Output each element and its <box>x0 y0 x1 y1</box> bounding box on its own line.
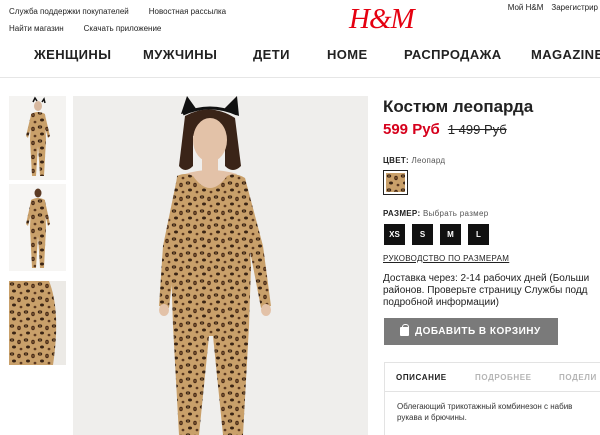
original-price: 1 499 Руб <box>447 122 507 137</box>
size-xs-button[interactable]: XS <box>384 224 405 245</box>
customer-support-link[interactable]: Служба поддержки покупателей <box>9 3 129 20</box>
info-tabs: ОПИСАНИЕ ПОДРОБНЕЕ ПОДЕЛИ <box>384 362 600 392</box>
main-nav: ЖЕНЩИНЫ МУЖЧИНЫ ДЕТИ HOME РАСПРОДАЖА MAG… <box>0 42 600 78</box>
thumbnail-detail[interactable] <box>9 281 66 365</box>
hm-logo[interactable]: H&M <box>349 4 415 34</box>
price-row: 599 Руб 1 499 Руб <box>383 121 507 138</box>
thumbnail-front[interactable] <box>9 96 66 180</box>
sale-price: 599 Руб <box>383 121 440 138</box>
size-l-button[interactable]: L <box>468 224 489 245</box>
nav-sale[interactable]: РАСПРОДАЖА <box>404 47 502 62</box>
add-to-cart-label: ДОБАВИТЬ В КОРЗИНУ <box>415 326 541 337</box>
description-line: Облегающий трикотажный комбинезон с наби… <box>397 402 573 411</box>
color-label-row: ЦВЕТ: Леопард <box>383 156 445 165</box>
product-main-image[interactable] <box>73 96 368 435</box>
nav-kids[interactable]: ДЕТИ <box>253 47 290 62</box>
nav-magazine[interactable]: MAGAZINE <box>531 47 600 62</box>
tab-share[interactable]: ПОДЕЛИ <box>559 373 597 382</box>
color-value: Леопард <box>411 156 446 165</box>
nav-women[interactable]: ЖЕНЩИНЫ <box>34 47 111 62</box>
delivery-line: районов. Проверьте страницу Службы подд <box>383 285 588 296</box>
account-links: Мой H&M Зарегистрир <box>508 3 598 12</box>
thumbnail-back[interactable] <box>9 184 66 271</box>
delivery-line: Доставка через: 2-14 рабочих дней (Больш… <box>383 273 590 284</box>
bag-icon <box>400 324 409 336</box>
size-label-row: РАЗМЕР: Выбрать размер <box>383 209 488 218</box>
size-s-button[interactable]: S <box>412 224 433 245</box>
size-m-button[interactable]: M <box>440 224 461 245</box>
color-label: ЦВЕТ: <box>383 156 409 165</box>
delivery-info: Доставка через: 2-14 рабочих дней (Больш… <box>383 273 600 309</box>
register-link[interactable]: Зарегистрир <box>551 3 598 12</box>
utility-links: Служба поддержки покупателей Новостная р… <box>9 3 226 37</box>
size-selector: XS S M L <box>384 224 489 245</box>
find-store-link[interactable]: Найти магазин <box>9 20 64 37</box>
my-account-link[interactable]: Мой H&M <box>508 3 544 12</box>
delivery-line: подробной информации) <box>383 297 500 308</box>
tab-description[interactable]: ОПИСАНИЕ <box>396 373 447 382</box>
newsletter-link[interactable]: Новостная рассылка <box>149 3 226 20</box>
size-label: РАЗМЕР: <box>383 209 421 218</box>
size-guide-link[interactable]: РУКОВОДСТВО ПО РАЗМЕРАМ <box>383 254 509 263</box>
tab-details[interactable]: ПОДРОБНЕЕ <box>475 373 532 382</box>
add-to-cart-button[interactable]: ДОБАВИТЬ В КОРЗИНУ <box>384 318 558 345</box>
size-value: Выбрать размер <box>422 209 489 218</box>
download-app-link[interactable]: Скачать приложение <box>84 20 162 37</box>
description-line: рукава и брючины. <box>397 413 467 422</box>
leopard-pattern-swatch <box>386 173 405 192</box>
nav-men[interactable]: МУЖЧИНЫ <box>143 47 217 62</box>
product-title: Костюм леопарда <box>383 97 534 116</box>
color-swatch-leopard[interactable] <box>383 170 408 195</box>
nav-home[interactable]: HOME <box>327 47 368 62</box>
product-description: Облегающий трикотажный комбинезон с наби… <box>397 401 600 423</box>
